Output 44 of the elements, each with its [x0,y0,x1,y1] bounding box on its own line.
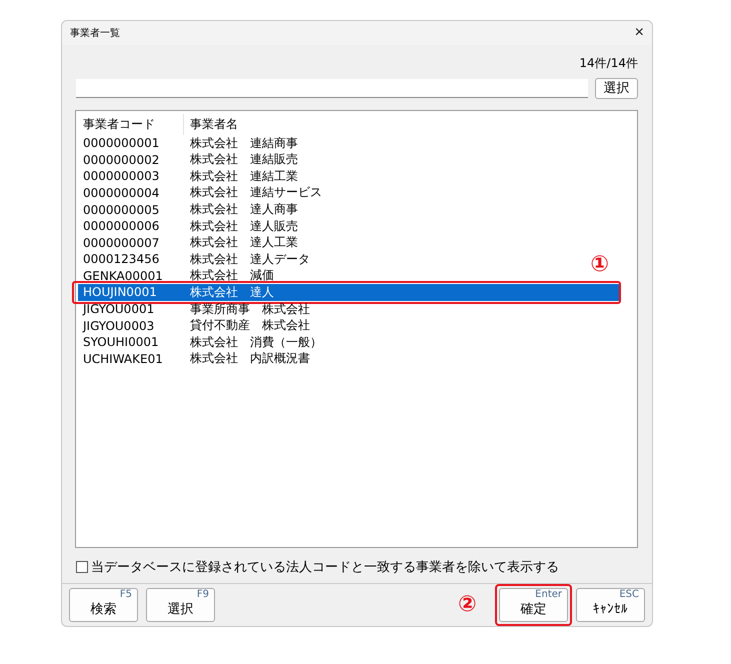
code-cell-text: 0000000006 [82,219,160,234]
function-key-button[interactable]: Enter 確定 [499,588,568,622]
close-button[interactable]: × [634,24,644,41]
name-cell-text: 株式会社 達人データ [189,250,310,268]
name-cell-text: 株式会社 達人商事 [189,201,298,218]
code-cell-text: 0000000003 [82,169,160,184]
column-header: 事業者コード [78,114,184,135]
function-key-button[interactable]: F5 検索 [69,588,138,622]
code-cell-text: GENKA00001 [82,268,164,283]
selected-row[interactable]: HOUJIN0001 株式会社 達人 [78,284,620,301]
name-cell-text: 株式会社 連結工業 [189,168,298,185]
record-count: 14件/14件 [579,54,638,72]
name-cell-text: 事業所商事 株式会社 [189,300,310,318]
code-cell-text: JIGYOU0001 [81,302,156,316]
name-cell-text: 株式会社 連結サービス [189,184,322,202]
name-cell-text: 貸付不動産 株式会社 [189,317,310,334]
name-cell-text: 株式会社 達人 [189,284,274,301]
name-cell-text: 株式会社 減価 [189,267,274,284]
name-cell-text: 株式会社 消費（一般） [189,334,322,351]
checkbox[interactable] [76,561,88,573]
code-cell-text: HOUJIN0001 [82,285,158,300]
select-button[interactable]: 選択 [595,78,638,99]
code-cell-text: 0000000007 [82,236,160,250]
code-cell-text: UCHIWAKE01 [82,352,164,366]
function-key-button[interactable]: F9 選択 [146,588,215,622]
code-cell-text: 0000000005 [82,202,160,217]
code-cell-text: 0000000002 [82,152,160,167]
callout-number: ① [590,254,609,276]
name-cell-text: 株式会社 内訳概況書 [189,350,310,368]
name-cell-text: 株式会社 達人工業 [189,234,298,252]
name-cell-text: 株式会社 達人販売 [189,218,298,235]
code-cell-text: 0000000001 [82,136,160,150]
code-cell-text: 0000000004 [82,186,160,200]
code-cell-text: 0000123456 [82,252,160,266]
callout-number: ② [458,594,477,616]
window-title: 事業者一覧 [70,26,120,40]
column-header: 事業者名 [189,116,238,133]
name-cell-text: 株式会社 連結販売 [189,151,298,168]
search-field[interactable] [76,78,588,98]
code-cell-text: JIGYOU0003 [81,318,156,333]
name-cell-text: 株式会社 連結商事 [189,134,298,152]
function-key-button[interactable]: ESC ｷｬﾝｾﾙ [576,588,645,622]
code-cell-text: SYOUHI0001 [82,335,160,350]
checkbox-label: 当データベースに登録されている法人コードと一致する事業者を除いて表示する [91,559,559,576]
